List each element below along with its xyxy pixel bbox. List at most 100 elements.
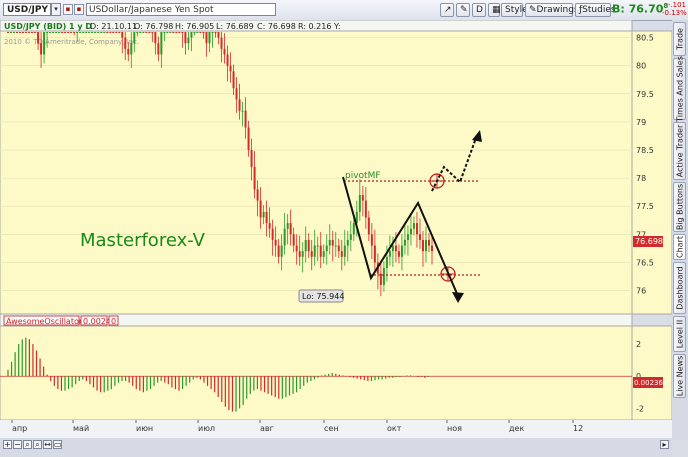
side-tab-active-trader[interactable]: Active Trader — [673, 122, 686, 180]
candle-body — [298, 251, 301, 257]
price-tick-label: 79.5 — [636, 90, 654, 99]
side-tab-level-ii[interactable]: Level II — [673, 316, 686, 352]
symbol-dropdown-arrow-icon[interactable]: ▾ — [51, 3, 61, 16]
price-tick-label: 80 — [636, 62, 646, 71]
oscillator-tick-label: 2 — [636, 340, 641, 349]
candle-body — [352, 223, 355, 235]
studies-button[interactable]: ƒStudies — [575, 3, 616, 17]
price-tick-label: 76.5 — [636, 258, 654, 267]
side-tab-label: Active Trader — [675, 124, 684, 178]
side-tab-live-news[interactable]: Live News — [673, 354, 686, 398]
side-tab-times-and-sales[interactable]: Times And Sales — [673, 56, 686, 122]
candle-body — [22, 32, 25, 33]
candle-body — [112, 32, 115, 33]
candle-body — [367, 217, 370, 235]
time-tick-label: ноя — [447, 424, 462, 433]
candle-body — [184, 32, 187, 44]
candle-body — [220, 37, 223, 49]
candle-body — [187, 37, 190, 44]
candle-body — [397, 251, 400, 257]
time-tick-label: июл — [198, 424, 215, 433]
price-axis-panel — [631, 30, 672, 315]
candle-body — [431, 245, 433, 252]
style-button[interactable]: Style — [501, 3, 528, 17]
side-tab-trade[interactable]: Trade — [673, 22, 686, 56]
time-tick-label: дек — [509, 424, 524, 433]
candle-body — [307, 239, 310, 252]
candle-body — [28, 32, 31, 33]
candle-body — [394, 245, 397, 252]
price-tag: 76.698 — [635, 237, 663, 246]
link-icon[interactable]: ▪ — [63, 4, 73, 15]
candle-body — [229, 65, 232, 72]
candle-body — [163, 32, 166, 33]
candle-body — [193, 32, 196, 33]
drawings-pencil-icon: ✎ — [529, 5, 537, 15]
candle-body — [133, 32, 136, 44]
candle-body — [346, 239, 349, 246]
side-tab-chart[interactable]: Chart — [673, 234, 686, 260]
candle-body — [37, 32, 40, 44]
time-tick-label: май — [73, 424, 89, 433]
candle-body — [139, 32, 142, 33]
candle-body — [304, 239, 307, 252]
candle-body — [301, 251, 304, 257]
pan-icon[interactable]: ↔ — [43, 440, 52, 449]
candle-body — [94, 32, 97, 33]
fit-icon[interactable]: ▭ — [53, 440, 62, 449]
candle-body — [313, 245, 316, 257]
candle-body — [388, 251, 391, 257]
info-icon[interactable]: ▪ — [74, 4, 84, 15]
time-tick-label: июн — [136, 424, 153, 433]
candle-body — [223, 48, 226, 55]
candle-body — [172, 32, 175, 33]
grid-icon[interactable]: ▦ — [488, 3, 501, 17]
symbol-input[interactable]: USD/JPY — [3, 3, 51, 16]
candle-body — [214, 32, 217, 33]
oscillator-value: 0.0024 — [83, 317, 111, 326]
candle-body — [232, 71, 235, 89]
candle-body — [259, 200, 262, 218]
candle-body — [49, 32, 52, 33]
candle-body — [31, 32, 34, 33]
aggregation-button[interactable]: D — [472, 3, 486, 17]
candle-body — [409, 228, 412, 235]
candle-body — [64, 32, 67, 33]
zoom-in-icon[interactable]: + — [3, 440, 12, 449]
candle-body — [418, 234, 421, 240]
eraser-icon[interactable]: ✎ — [456, 3, 470, 17]
side-tab-big-buttons[interactable]: Big Buttons — [673, 182, 686, 232]
candle-body — [280, 245, 283, 257]
candle-body — [286, 223, 289, 229]
candle-body — [379, 273, 382, 285]
candle-body — [400, 245, 403, 257]
candle-body — [103, 32, 106, 33]
candle-body — [76, 32, 79, 33]
time-tick-label: авг — [260, 424, 274, 433]
candle-body — [70, 32, 73, 33]
drawings-button[interactable]: ✎Drawings — [525, 3, 579, 17]
candle-body — [292, 234, 295, 246]
zoom-out-icon[interactable]: − — [13, 440, 22, 449]
side-tab-dashboard[interactable]: Dashboard — [673, 262, 686, 314]
magnify-icon[interactable]: ⌕ — [23, 440, 32, 449]
candle-body — [412, 223, 415, 229]
trend-icon[interactable]: ↗ — [440, 3, 454, 17]
candle-body — [43, 32, 46, 55]
candle-body — [340, 251, 343, 257]
pivot-label: pivotMF — [345, 171, 381, 181]
chart-area[interactable]: USD/JPY (BID) 1 y DD: 21.10.11O: 76.798 H… — [0, 20, 672, 438]
zoom-reset-icon[interactable]: ⌕ — [33, 440, 42, 449]
candle-body — [385, 256, 388, 269]
candle-body — [196, 32, 199, 33]
bottom-bar: + − ⌕ ⌕ ↔ ▭ ▸ — [0, 438, 672, 457]
info-range: R: 0.216 — [298, 22, 331, 31]
candle-body — [217, 32, 220, 38]
candle-body — [289, 223, 292, 235]
candle-body — [241, 110, 244, 112]
scroll-right-icon[interactable]: ▸ — [660, 440, 669, 449]
candle-body — [343, 245, 346, 257]
candle-body — [199, 32, 202, 33]
side-tab-label: Times And Sales — [675, 56, 684, 122]
change-readout: -.101 -0.13% — [662, 1, 687, 17]
